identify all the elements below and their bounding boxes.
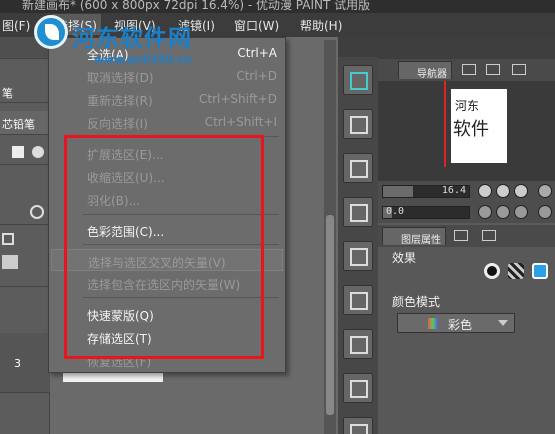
- color-mode-label: 颜色模式: [392, 295, 441, 309]
- menu-item-shortcut: Ctrl+A: [237, 46, 277, 60]
- effect-tone-icon[interactable]: [508, 263, 524, 279]
- tab-extra-icon[interactable]: [512, 64, 526, 75]
- brush-size-value[interactable]: 3: [14, 357, 21, 370]
- menu-item-shortcut: Ctrl+D: [236, 69, 277, 83]
- vertical-scrollbar[interactable]: [324, 40, 336, 434]
- color-mode-value: 彩色: [448, 318, 473, 332]
- properties-tabbar: 图层属性: [378, 225, 555, 247]
- dock-collapse-bar[interactable]: [338, 37, 378, 57]
- annotation-highlight-box: [64, 135, 264, 359]
- effect-buttons: [482, 263, 552, 279]
- color-swatch[interactable]: [2, 255, 18, 269]
- preview-text-line-2: 软件: [453, 119, 489, 140]
- effect-label: 效果: [392, 251, 417, 265]
- zoom-in-icon[interactable]: [496, 184, 510, 198]
- dock-button-navigator[interactable]: [343, 109, 373, 139]
- navigator-indicator: [444, 81, 446, 167]
- chevron-down-icon: [498, 320, 508, 326]
- panel-dock-strip: [338, 37, 378, 434]
- left-panel-brush-row[interactable]: 笔: [0, 81, 50, 103]
- effect-layer-color-icon[interactable]: [532, 263, 548, 279]
- dock-button-material[interactable]: [343, 373, 373, 403]
- material-icon: [350, 380, 368, 398]
- rotate-right-icon[interactable]: [496, 205, 510, 219]
- left-panel-subtool-row[interactable]: 芯铅笔: [0, 111, 50, 135]
- rotate-left-icon[interactable]: [478, 205, 492, 219]
- dock-button-history[interactable]: [343, 417, 373, 434]
- tab-info-icon[interactable]: [486, 64, 500, 75]
- transform-icon: [350, 292, 368, 310]
- flip-vertical-icon[interactable]: [538, 205, 552, 219]
- left-panel-icons-row: [0, 141, 50, 165]
- dock-button-image[interactable]: [343, 329, 373, 359]
- left-panel-controls: [0, 227, 50, 287]
- pattern-icon: [350, 204, 368, 222]
- history-icon: [350, 424, 368, 434]
- rotation-row: 0.0: [378, 202, 555, 223]
- left-tool-panel: 笔 芯铅笔 3: [0, 37, 50, 434]
- dock-button-layers[interactable]: [343, 241, 373, 271]
- menu-help[interactable]: 帮助(H): [300, 17, 342, 34]
- color-mode-swatch-icon: [428, 318, 438, 329]
- zoom-row: 16.4: [378, 181, 555, 202]
- flip-icon[interactable]: [538, 184, 552, 198]
- watermark-url: www.pc0359.cn: [94, 53, 192, 66]
- effect-border-icon[interactable]: [484, 263, 500, 279]
- color-mode-select[interactable]: 彩色: [397, 313, 515, 333]
- rotation-slider[interactable]: 0.0: [382, 206, 470, 219]
- site-watermark: 河东软件网 www.pc0359.cn: [34, 11, 234, 69]
- preview-text-line-1: 河东: [455, 99, 480, 113]
- brush-name-label: 笔: [2, 87, 13, 100]
- watermark-logo-icon: [34, 15, 68, 49]
- left-panel-size-grid: 3: [0, 333, 50, 393]
- zoom-out-icon[interactable]: [478, 184, 492, 198]
- zoom-slider-fill: [383, 186, 414, 197]
- navigator-view[interactable]: 河东 软件: [378, 81, 555, 185]
- tool-icon: [350, 160, 368, 178]
- rotate-reset-icon[interactable]: [514, 205, 528, 219]
- rotation-value: 0.0: [386, 206, 405, 217]
- menu-item-invert-selection[interactable]: 反向选择(I) Ctrl+Shift+I: [49, 111, 285, 133]
- watermark-name: 河东软件网: [72, 25, 192, 52]
- dock-button-tools[interactable]: [343, 153, 373, 183]
- zoom-slider[interactable]: 16.4: [382, 185, 470, 198]
- dock-button-color[interactable]: [343, 65, 373, 95]
- menu-window[interactable]: 窗口(W): [234, 17, 279, 34]
- menu-item-shortcut: Ctrl+Shift+D: [199, 92, 277, 106]
- menu-item-label: 取消选择(D): [87, 71, 154, 85]
- subtool-name-label: 芯铅笔: [2, 118, 35, 131]
- tab-subview-icon[interactable]: [462, 64, 476, 75]
- menu-item-shortcut: Ctrl+Shift+I: [204, 115, 277, 129]
- dock-button-transform[interactable]: [343, 285, 373, 315]
- size-stepper-icon[interactable]: [2, 233, 14, 245]
- zoom-value: 16.4: [441, 185, 466, 196]
- menu-item-reselect[interactable]: 重新选择(R) Ctrl+Shift+D: [49, 88, 285, 110]
- folder-icon: [350, 116, 368, 134]
- menu-item-label: 反向选择(I): [87, 117, 148, 131]
- left-panel-brush-preview: [0, 197, 50, 225]
- dock-button-pattern[interactable]: [343, 197, 373, 227]
- menu-item-label: 重新选择(R): [87, 94, 153, 108]
- canvas-page[interactable]: [63, 372, 163, 382]
- tab-brush-icon[interactable]: [454, 230, 468, 241]
- bucket-icon[interactable]: [32, 146, 44, 158]
- tab-tool-icon[interactable]: [482, 230, 496, 241]
- tab-navigator[interactable]: 导航器: [398, 61, 452, 80]
- image-icon: [350, 336, 368, 354]
- layers-icon: [350, 248, 368, 266]
- page-icon[interactable]: [12, 146, 24, 158]
- scrollbar-thumb[interactable]: [326, 215, 334, 415]
- navigator-tabbar: 导航器: [378, 59, 555, 81]
- tab-layer-properties[interactable]: 图层属性: [382, 227, 446, 246]
- layer-properties-body: 效果 颜色模式 彩色: [378, 247, 555, 434]
- magnifier-icon[interactable]: [30, 205, 44, 219]
- right-panel-header: [378, 37, 555, 59]
- navigator-page-preview: 河东 软件: [451, 89, 507, 163]
- zoom-fit-icon[interactable]: [514, 184, 528, 198]
- menu-file[interactable]: 图(F): [2, 17, 30, 34]
- color-icon: [350, 72, 368, 90]
- right-panel: 导航器 河东 软件 16.4 0.0 图层属性 效果 颜色模式 彩色: [378, 37, 555, 434]
